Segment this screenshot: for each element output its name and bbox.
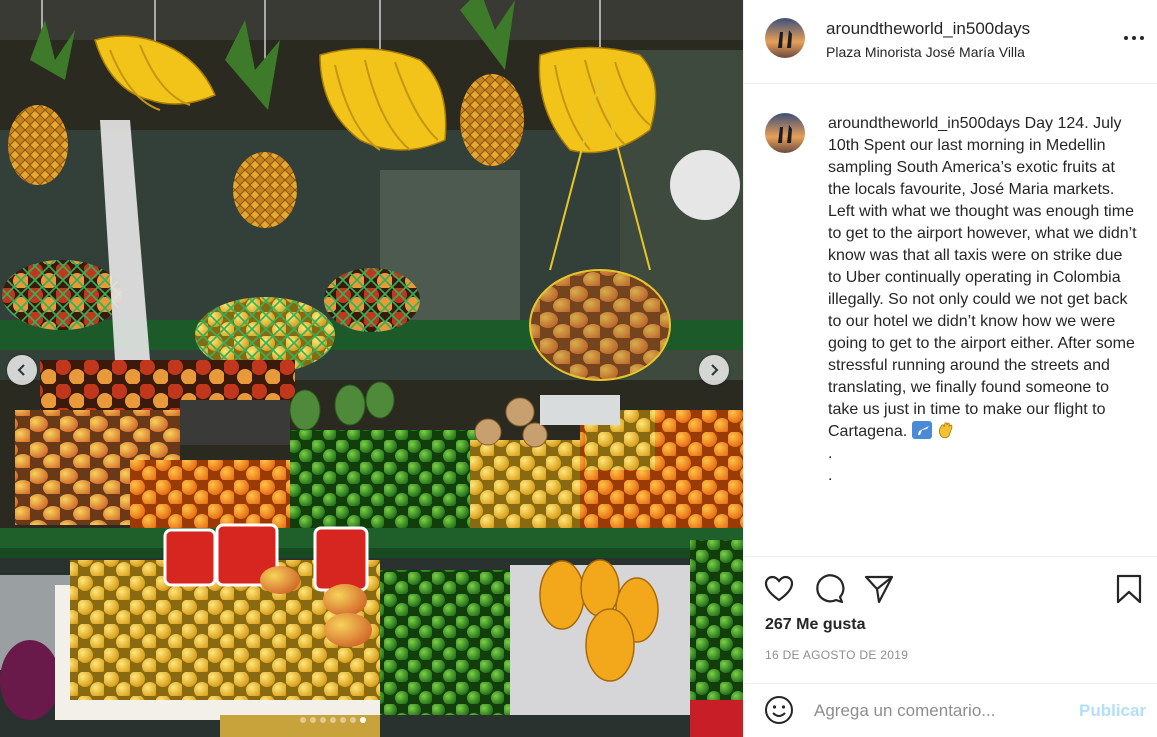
caption-text: Day 124. July 10th Spent our last mornin… <box>828 115 1137 440</box>
heart-icon[interactable] <box>763 573 795 605</box>
emoji-picker-icon[interactable] <box>763 694 795 726</box>
post-date[interactable]: 16 DE AGOSTO DE 2019 <box>765 648 908 662</box>
add-comment-bar: Publicar <box>744 683 1157 737</box>
bookmark-icon[interactable] <box>1113 573 1145 605</box>
carousel-dot <box>320 717 326 723</box>
caption-dot-2: . <box>828 467 833 484</box>
post-photo <box>0 0 743 737</box>
more-options-icon[interactable] <box>1122 28 1146 48</box>
comment-input[interactable] <box>814 696 1064 726</box>
publish-button[interactable]: Publicar <box>1079 701 1146 721</box>
header-location[interactable]: Plaza Minorista José María Villa <box>826 44 1025 60</box>
post-sidebar: aroundtheworld_in500days Plaza Minorista… <box>743 0 1157 737</box>
post-header: aroundtheworld_in500days Plaza Minorista… <box>744 0 1157 84</box>
carousel-dot <box>310 717 316 723</box>
carousel-dot <box>300 717 306 723</box>
chevron-right-icon <box>711 364 719 376</box>
chevron-left-icon <box>17 364 25 376</box>
avatar-image <box>765 18 805 58</box>
post-actions: 267 Me gusta 16 DE AGOSTO DE 2019 <box>744 556 1157 700</box>
like-count[interactable]: 267 Me gusta <box>765 616 865 634</box>
avatar[interactable] <box>765 18 805 58</box>
header-username[interactable]: aroundtheworld_in500days <box>826 19 1030 39</box>
carousel-next-button[interactable] <box>699 355 729 385</box>
carousel-dot <box>350 717 356 723</box>
waving-hand-emoji-icon <box>939 422 953 439</box>
carousel-dot <box>340 717 346 723</box>
carousel-indicator <box>300 717 366 723</box>
caption-avatar[interactable] <box>765 113 805 153</box>
airplane-emoji-icon <box>911 421 932 439</box>
carousel-prev-button[interactable] <box>7 355 37 385</box>
avatar-image <box>765 113 805 153</box>
post-caption: aroundtheworld_in500days Day 124. July 1… <box>828 113 1138 487</box>
comment-icon[interactable] <box>813 573 845 605</box>
share-icon[interactable] <box>863 573 895 605</box>
post-media[interactable] <box>0 0 743 737</box>
carousel-dot <box>360 717 366 723</box>
carousel-dot <box>330 717 336 723</box>
caption-dot-1: . <box>828 445 833 462</box>
caption-username[interactable]: aroundtheworld_in500days <box>828 115 1020 132</box>
comments-section[interactable]: aroundtheworld_in500days Day 124. July 1… <box>744 84 1157 556</box>
